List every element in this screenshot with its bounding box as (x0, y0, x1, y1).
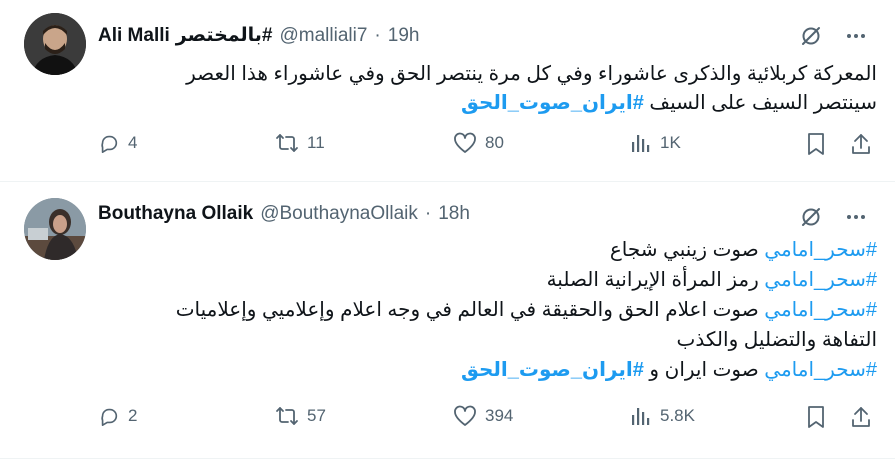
hashtag-link[interactable]: #سحر_امامي (764, 239, 877, 261)
tweet-line: التفاهة والتضليل والكذب (98, 325, 877, 355)
bookmark-icon (808, 133, 824, 155)
hashtag-link[interactable]: #ايران_صوت_الحق (461, 359, 644, 381)
reply-count: 4 (128, 133, 138, 152)
like-button[interactable]: 394 (453, 405, 513, 427)
views-count: 1K (660, 133, 681, 152)
text-run: صوت ايران و (643, 359, 765, 381)
text-run: صوت اعلام الحق والحقيقة في العالم في وجه… (175, 299, 765, 321)
text-run: سينتصر السيف على السيف (643, 92, 877, 114)
tweet-line: #سحر_امامي صوت زينبي شجاع (98, 235, 877, 265)
bookmark-icon (808, 406, 824, 428)
tweet-actions: 4 11 80 1K (0, 132, 895, 162)
tweet-2[interactable]: Bouthayna Ollaik @BouthaynaOllaik · 18h … (0, 183, 895, 459)
reply-count: 2 (128, 406, 138, 425)
reply-icon (101, 135, 118, 153)
hashtag-link[interactable]: #سحر_امامي (764, 359, 877, 381)
tweet-line: سينتصر السيف على السيف #ايران_صوت_الحق (98, 89, 877, 118)
text-run: المعركة كربلائية والذكرى عاشوراء وفي كل … (186, 63, 877, 85)
author-name-tag[interactable]: #بالمختصر (176, 24, 273, 47)
text-run: التفاهة والتضليل والكذب (676, 329, 877, 351)
text-run: رمز المرأة الإيرانية الصلبة (546, 269, 765, 291)
share-button[interactable] (850, 132, 872, 156)
tweet-1[interactable]: Ali Malli #بالمختصر @malliali7 · 19h الم… (0, 0, 895, 182)
views-icon (632, 135, 650, 152)
views-button[interactable]: 1K (630, 132, 681, 154)
bookmark-button[interactable] (805, 405, 827, 429)
share-icon (852, 407, 870, 427)
separator-dot: · (374, 25, 381, 46)
views-count: 5.8K (660, 406, 695, 425)
header-actions (799, 24, 867, 48)
text-run: صوت زينبي شجاع (609, 239, 765, 261)
retweet-button[interactable]: 57 (275, 405, 326, 427)
share-button[interactable] (850, 405, 872, 429)
reply-button[interactable]: 4 (98, 132, 137, 154)
tweet-time[interactable]: 19h (388, 25, 420, 47)
separator-dot: · (424, 203, 432, 224)
tweet-time[interactable]: 18h (438, 203, 470, 225)
header-actions (799, 205, 867, 229)
retweet-button[interactable]: 11 (275, 132, 325, 154)
author-handle[interactable]: @BouthaynaOllaik (260, 203, 418, 225)
tweet-text: #سحر_امامي صوت زينبي شجاع #سحر_امامي رمز… (98, 235, 877, 385)
tweet-line: #سحر_امامي رمز المرأة الإيرانية الصلبة (98, 265, 877, 295)
retweet-count: 11 (307, 133, 325, 152)
author-name[interactable]: Bouthayna Ollaik (98, 203, 253, 225)
avatar-ali-malli[interactable] (24, 13, 86, 75)
hashtag-link[interactable]: #ايران_صوت_الحق (461, 92, 644, 114)
more-icon[interactable] (845, 25, 867, 47)
heart-icon (454, 132, 476, 153)
like-count: 394 (485, 406, 514, 425)
tweet-text: المعركة كربلائية والذكرى عاشوراء وفي كل … (98, 60, 877, 118)
more-icon[interactable] (845, 206, 867, 228)
tweet-line: #سحر_امامي صوت اعلام الحق والحقيقة في ال… (98, 295, 877, 325)
views-button[interactable]: 5.8K (630, 405, 695, 427)
grok-icon[interactable] (799, 205, 823, 229)
heart-icon (454, 405, 476, 426)
retweet-count: 57 (307, 406, 326, 425)
like-button[interactable]: 80 (453, 132, 504, 154)
author-handle[interactable]: @malliali7 (280, 25, 368, 47)
tweet-header: Ali Malli #بالمختصر @malliali7 · 19h (98, 24, 419, 47)
hashtag-link[interactable]: #سحر_امامي (764, 269, 877, 291)
retweet-icon (276, 407, 298, 425)
reply-button[interactable]: 2 (98, 405, 137, 427)
views-icon (632, 408, 650, 425)
grok-icon[interactable] (799, 24, 823, 48)
share-icon (852, 134, 870, 154)
hashtag-link[interactable]: #سحر_امامي (764, 299, 877, 321)
tweet-line: المعركة كربلائية والذكرى عاشوراء وفي كل … (98, 60, 877, 89)
reply-icon (101, 408, 118, 426)
tweet-actions: 2 57 394 5.8K (0, 405, 895, 435)
like-count: 80 (485, 133, 504, 152)
avatar-bouthayna-ollaik[interactable] (24, 198, 86, 260)
retweet-icon (276, 134, 298, 152)
author-name[interactable]: Ali Malli (98, 25, 170, 47)
tweet-header: Bouthayna Ollaik @BouthaynaOllaik · 18h (98, 203, 470, 225)
tweet-line: #سحر_امامي صوت ايران و #ايران_صوت_الحق (98, 355, 877, 385)
bookmark-button[interactable] (805, 132, 827, 156)
